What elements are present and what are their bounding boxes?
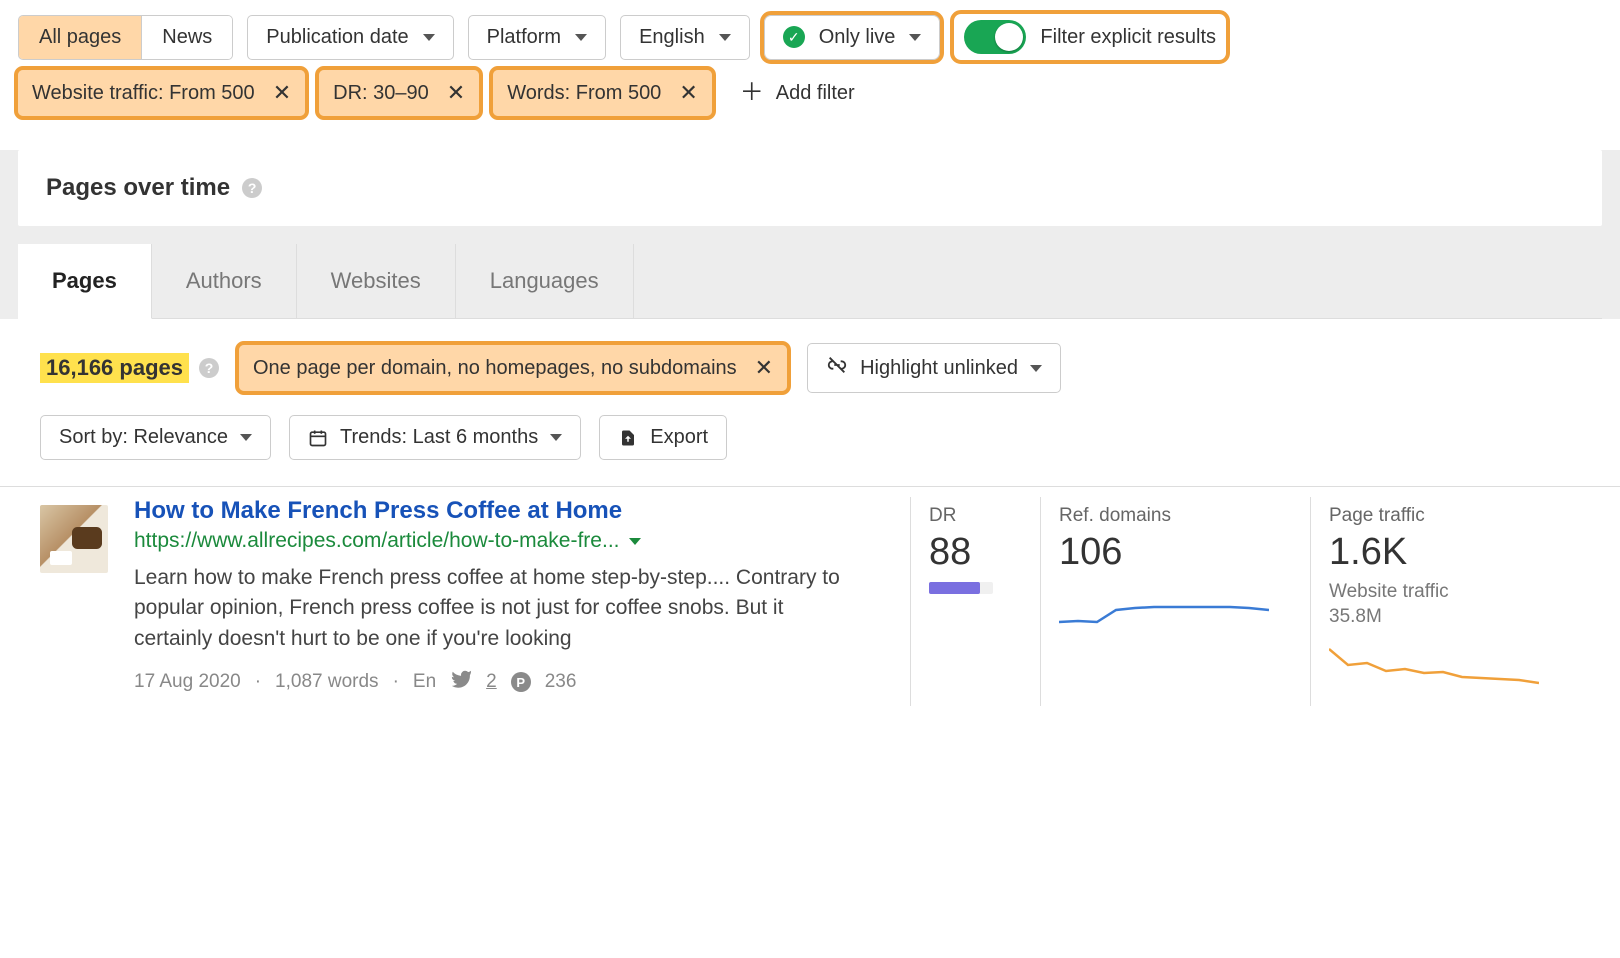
- platform-label: Platform: [487, 26, 561, 49]
- tab-languages[interactable]: Languages: [456, 244, 634, 319]
- segment-news[interactable]: News: [142, 16, 232, 59]
- close-icon[interactable]: ✕: [679, 80, 697, 106]
- page-traffic-value: 1.6K: [1329, 531, 1562, 574]
- chevron-down-icon: [909, 34, 921, 41]
- highlight-unlinked-label: Highlight unlinked: [860, 357, 1018, 380]
- page-traffic-label: Page traffic: [1329, 505, 1562, 527]
- filter-chip-website-traffic[interactable]: Website traffic: From 500 ✕: [18, 70, 305, 116]
- result-title-link[interactable]: How to Make French Press Coffee at Home: [134, 497, 622, 524]
- trends-label: Trends: Last 6 months: [340, 426, 538, 449]
- close-icon[interactable]: ✕: [273, 80, 291, 106]
- chevron-down-icon: [240, 434, 252, 441]
- chevron-down-icon: [423, 34, 435, 41]
- page-type-segment[interactable]: All pages News: [18, 15, 233, 60]
- chip-label: Words: From 500: [507, 82, 661, 105]
- help-icon[interactable]: ?: [242, 178, 262, 198]
- explicit-toggle[interactable]: [964, 20, 1026, 54]
- tab-websites[interactable]: Websites: [297, 244, 456, 319]
- col-page-traffic: Page traffic 1.6K Website traffic 35.8M: [1310, 497, 1580, 706]
- help-icon[interactable]: ?: [199, 358, 219, 378]
- chevron-down-icon: [719, 34, 731, 41]
- filter-chip-dr[interactable]: DR: 30–90 ✕: [319, 70, 479, 116]
- filter-explicit-control: Filter explicit results: [954, 14, 1226, 60]
- segment-all-pages[interactable]: All pages: [19, 16, 142, 59]
- sort-label: Sort by: Relevance: [59, 426, 228, 449]
- result-url[interactable]: https://www.allrecipes.com/article/how-t…: [134, 529, 854, 553]
- col-dr: DR 88: [910, 497, 1040, 706]
- tab-authors[interactable]: Authors: [152, 244, 297, 319]
- trends-dropdown[interactable]: Trends: Last 6 months: [289, 415, 581, 460]
- language-dropdown[interactable]: English: [620, 15, 750, 60]
- pages-over-time-panel: Pages over time ?: [18, 150, 1602, 226]
- page-traffic-sparkline: [1329, 643, 1539, 693]
- dr-value: 88: [929, 531, 1022, 574]
- export-button[interactable]: Export: [599, 415, 727, 460]
- add-filter-button[interactable]: ＋ Add filter: [726, 71, 869, 115]
- publication-date-label: Publication date: [266, 26, 408, 49]
- result-row: How to Make French Press Coffee at Home …: [0, 486, 1620, 706]
- only-live-label: Only live: [819, 26, 896, 49]
- add-filter-label: Add filter: [776, 82, 855, 105]
- panel-title: Pages over time: [46, 174, 230, 202]
- explicit-label: Filter explicit results: [1040, 26, 1216, 49]
- chip-label: Website traffic: From 500: [32, 82, 255, 105]
- filter-chip-domain-settings[interactable]: One page per domain, no homepages, no su…: [239, 345, 787, 391]
- chip-label: One page per domain, no homepages, no su…: [253, 357, 737, 380]
- pinterest-icon: P: [511, 672, 531, 692]
- calendar-icon: [308, 428, 328, 448]
- result-words: 1,087 words: [255, 671, 379, 693]
- result-thumbnail[interactable]: [40, 505, 108, 573]
- platform-dropdown[interactable]: Platform: [468, 15, 606, 60]
- twitter-count[interactable]: 2: [486, 671, 497, 693]
- export-icon: [618, 428, 638, 448]
- dr-bar: [929, 582, 993, 594]
- check-circle-icon: ✓: [783, 26, 805, 48]
- close-icon[interactable]: ✕: [447, 80, 465, 106]
- plus-icon: ＋: [740, 81, 764, 105]
- chip-label: DR: 30–90: [333, 82, 429, 105]
- dr-label: DR: [929, 505, 1022, 527]
- website-traffic-label: Website traffic: [1329, 581, 1449, 602]
- ref-domains-label: Ref. domains: [1059, 505, 1292, 527]
- close-icon[interactable]: ✕: [755, 355, 773, 381]
- only-live-dropdown[interactable]: ✓ Only live: [764, 15, 941, 60]
- result-lang: En: [393, 671, 437, 693]
- result-description: Learn how to make French press coffee at…: [134, 563, 854, 654]
- result-date: 17 Aug 2020: [134, 671, 241, 693]
- filter-chip-words[interactable]: Words: From 500 ✕: [493, 70, 712, 116]
- language-label: English: [639, 26, 705, 49]
- highlight-unlinked-dropdown[interactable]: Highlight unlinked: [807, 343, 1061, 393]
- chevron-down-icon: [575, 34, 587, 41]
- ref-domains-sparkline: [1059, 588, 1269, 638]
- publication-date-dropdown[interactable]: Publication date: [247, 15, 453, 60]
- twitter-icon: [450, 668, 472, 696]
- tab-pages[interactable]: Pages: [18, 244, 152, 319]
- website-traffic-value: 35.8M: [1329, 606, 1382, 627]
- col-ref-domains: Ref. domains 106: [1040, 497, 1310, 706]
- result-url-text: https://www.allrecipes.com/article/how-t…: [134, 529, 619, 553]
- result-meta: 17 Aug 2020 1,087 words En 2 P 236: [134, 668, 854, 696]
- pinterest-count[interactable]: 236: [545, 671, 577, 693]
- chevron-down-icon[interactable]: [629, 538, 641, 545]
- sort-dropdown[interactable]: Sort by: Relevance: [40, 415, 271, 460]
- unlinked-icon: [826, 354, 848, 382]
- chevron-down-icon: [1030, 365, 1042, 372]
- result-count: 16,166 pages: [40, 353, 189, 383]
- export-label: Export: [650, 426, 708, 449]
- chevron-down-icon: [550, 434, 562, 441]
- ref-domains-value: 106: [1059, 531, 1292, 574]
- result-tabs: Pages Authors Websites Languages: [0, 244, 1620, 319]
- toggle-knob: [995, 23, 1023, 51]
